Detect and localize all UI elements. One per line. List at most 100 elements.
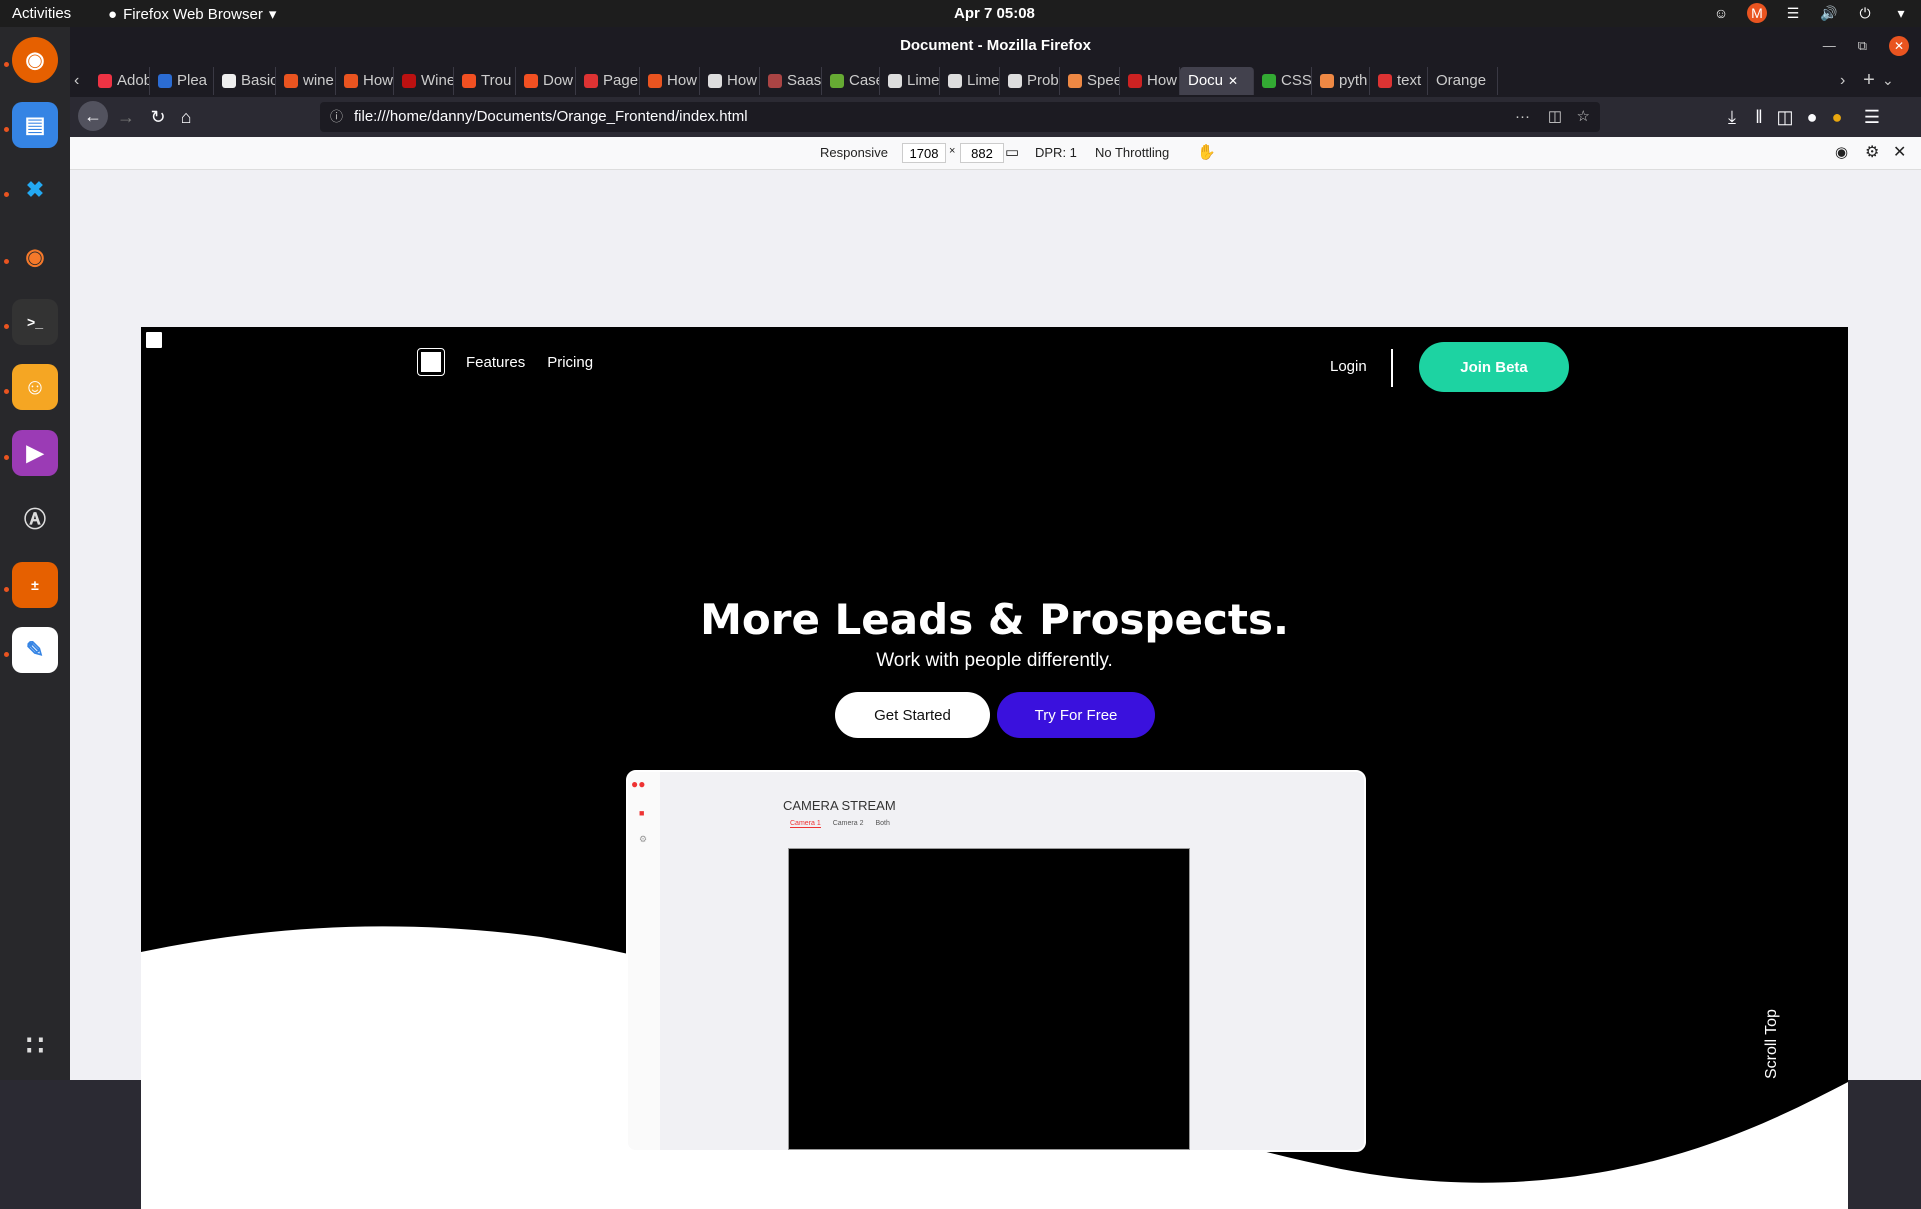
close-rdm-icon[interactable]: ✕ — [1893, 142, 1906, 162]
browser-tab[interactable]: Docu ✕ — [1180, 66, 1254, 95]
files-icon[interactable]: ▤ — [12, 102, 58, 148]
dpr-select[interactable]: DPR: 1 — [1035, 145, 1077, 160]
running-indicator — [4, 259, 9, 264]
activities-button[interactable]: Activities — [12, 5, 71, 22]
vscode-icon[interactable]: ✖ — [12, 167, 58, 213]
nav-features[interactable]: Features — [466, 354, 525, 371]
login-link[interactable]: Login — [1330, 358, 1367, 375]
close-tab-icon[interactable]: ✕ — [1228, 74, 1238, 88]
sidebar-icon[interactable]: ◫ — [1773, 105, 1797, 129]
browser-tab[interactable]: Orange — [1428, 66, 1498, 95]
tab-label: How — [667, 72, 698, 89]
power-icon[interactable]: ⏻ — [1855, 3, 1875, 23]
browser-tab[interactable]: Lime — [880, 66, 940, 95]
tab-favicon-icon — [1128, 73, 1142, 88]
browser-tab[interactable]: Spee — [1060, 66, 1120, 95]
info-icon[interactable]: ⓘ — [330, 102, 343, 132]
tab-label: Case — [849, 72, 879, 89]
browser-tab[interactable]: Case — [822, 66, 880, 95]
site-logo[interactable] — [417, 348, 445, 376]
clock[interactable]: Apr 7 05:08 — [954, 5, 1035, 22]
browser-tab[interactable]: How — [1120, 66, 1180, 95]
browser-tab[interactable]: How — [640, 66, 700, 95]
preview-logo-icon: ●● — [631, 777, 646, 791]
app-menu[interactable]: ● Firefox Web Browser ▾ — [108, 5, 276, 24]
browser-tab[interactable]: Basic — [214, 66, 276, 95]
tab-favicon-icon — [768, 73, 782, 88]
site-nav: Features Pricing — [417, 348, 593, 376]
url-bar[interactable]: ⓘ file:///home/danny/Documents/Orange_Fr… — [320, 102, 1600, 132]
browser-tab[interactable]: Page — [576, 66, 640, 95]
settings-gear-icon[interactable]: ⚙ — [1865, 142, 1879, 162]
rotate-icon[interactable]: ▭ — [1005, 143, 1019, 161]
screenshot-icon[interactable]: ◉ — [1835, 143, 1848, 161]
camera-icon: ■ — [639, 808, 645, 818]
network-icon[interactable]: ☰ — [1783, 3, 1803, 23]
browser-tab[interactable]: Adob — [90, 66, 150, 95]
new-tab-icon[interactable]: + — [1856, 69, 1882, 92]
terminal-icon[interactable]: >_ — [12, 299, 58, 345]
firefox-icon[interactable]: ◉ — [12, 37, 58, 83]
app-tray-icon[interactable]: M — [1747, 3, 1767, 23]
viewport-height-input[interactable] — [960, 143, 1004, 163]
tab-label: Dow — [543, 72, 574, 89]
pocket-icon[interactable]: ◫ — [1548, 102, 1562, 132]
page-actions-icon[interactable]: ··· — [1515, 102, 1530, 132]
blender-icon[interactable]: ◉ — [12, 234, 58, 280]
tab-label: How — [727, 72, 758, 89]
scroll-top-link[interactable]: Scroll Top — [1763, 1009, 1781, 1079]
browser-tab[interactable]: wine — [276, 66, 336, 95]
nav-pricing[interactable]: Pricing — [547, 354, 593, 371]
browser-tab[interactable]: Plea — [150, 66, 214, 95]
tab-favicon-icon — [708, 73, 722, 88]
maximize-icon[interactable]: ⧉ — [1858, 27, 1867, 64]
device-select[interactable]: Responsive — [820, 145, 888, 160]
browser-tab[interactable]: text — [1370, 66, 1428, 95]
media-player-icon[interactable]: ▶ — [12, 430, 58, 476]
touch-simulation-icon[interactable]: ✋ — [1197, 143, 1216, 161]
text-editor-icon[interactable]: ✎ — [12, 627, 58, 673]
browser-tab[interactable]: Wine — [394, 66, 454, 95]
show-apps-icon[interactable]: ∷ — [12, 1022, 58, 1068]
tab-label: Orange — [1436, 72, 1487, 89]
join-beta-button[interactable]: Join Beta — [1419, 342, 1569, 392]
viewport-width-input[interactable] — [902, 143, 946, 163]
browser-tab[interactable]: Trou — [454, 66, 516, 95]
browser-tab[interactable]: How — [700, 66, 760, 95]
browser-tab[interactable]: CSS — [1254, 66, 1312, 95]
bookmark-star-icon[interactable]: ☆ — [1577, 102, 1590, 132]
preview-tab: Camera 1 — [790, 820, 821, 828]
software-center-icon[interactable]: Ⓐ — [12, 495, 58, 541]
back-icon[interactable]: ← — [78, 101, 108, 131]
minimize-icon[interactable]: — — [1823, 27, 1836, 64]
try-for-free-button[interactable]: Try For Free — [997, 692, 1155, 738]
get-started-button[interactable]: Get Started — [835, 692, 990, 738]
tab-scroll-right-icon[interactable]: › — [1840, 72, 1856, 90]
browser-tab[interactable]: pyth — [1312, 66, 1370, 95]
discord-icon[interactable]: ☺ — [12, 364, 58, 410]
close-icon[interactable]: ✕ — [1889, 35, 1909, 56]
account-icon[interactable]: ● — [1800, 105, 1824, 129]
library-icon[interactable]: ‖ — [1747, 105, 1771, 129]
calculator-icon[interactable]: ± — [12, 562, 58, 608]
browser-tab[interactable]: How — [336, 66, 394, 95]
forward-icon[interactable]: → — [114, 105, 138, 129]
home-icon[interactable]: ⌂ — [174, 105, 198, 129]
chevron-down-icon[interactable]: ▾ — [1891, 3, 1911, 23]
reload-icon[interactable]: ↻ — [146, 105, 170, 129]
tab-label: Lime — [907, 72, 940, 89]
downloads-icon[interactable]: ⤓ — [1720, 105, 1744, 129]
extension-icon[interactable]: ● — [1825, 105, 1849, 129]
throttling-select[interactable]: No Throttling — [1095, 145, 1169, 160]
volume-icon[interactable]: 🔊 — [1819, 3, 1839, 23]
running-indicator — [4, 192, 9, 197]
browser-tab[interactable]: Dow — [516, 66, 576, 95]
list-all-tabs-icon[interactable]: ⌄ — [1882, 72, 1902, 89]
menu-icon[interactable]: ☰ — [1860, 105, 1884, 129]
browser-tab[interactable]: Lime — [940, 66, 1000, 95]
discord-tray-icon[interactable]: ☺ — [1711, 3, 1731, 23]
dimension-separator: × — [949, 145, 956, 157]
browser-tab[interactable]: Prob — [1000, 66, 1060, 95]
browser-tab[interactable]: Saas — [760, 66, 822, 95]
tab-scroll-left-icon[interactable]: ‹ — [74, 72, 90, 90]
